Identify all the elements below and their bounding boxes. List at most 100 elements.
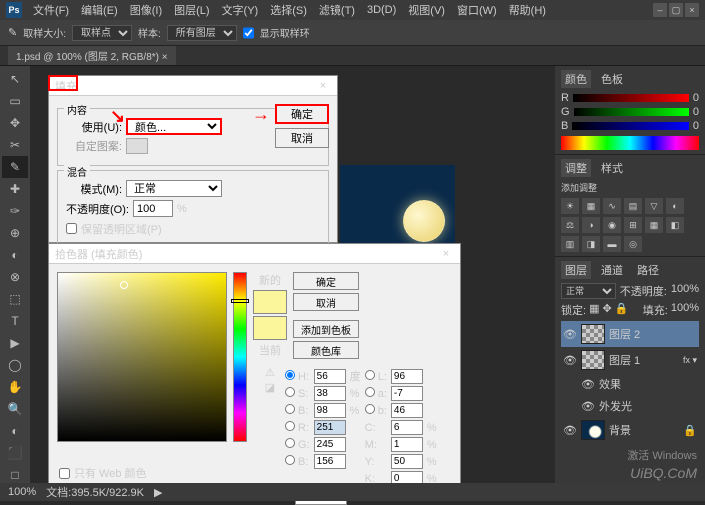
b-input[interactable] [314, 454, 346, 469]
menu-type[interactable]: 文字(Y) [217, 0, 264, 20]
opacity-input[interactable] [133, 200, 173, 217]
color-libs-button[interactable]: 颜色库 [293, 341, 359, 359]
show-ring-checkbox[interactable] [243, 25, 254, 41]
a-radio[interactable] [365, 387, 375, 397]
brightness-icon[interactable]: ☀ [561, 198, 579, 214]
chevron-right-icon[interactable]: ▶ [154, 486, 162, 499]
fx-badge[interactable]: fx ▾ [683, 355, 697, 366]
tab-adjustments[interactable]: 调整 [561, 159, 591, 177]
h-radio[interactable] [285, 370, 295, 380]
history-brush-tool[interactable]: ◐ [2, 244, 28, 266]
close-icon[interactable]: × [438, 248, 454, 260]
a-input[interactable] [391, 386, 423, 401]
layer-effect-row[interactable]: 👁 效果 [561, 373, 699, 395]
lock-all-icon[interactable]: 🔒 [615, 302, 629, 318]
fill-value[interactable]: 100% [671, 302, 699, 318]
document-tab[interactable]: 1.psd @ 100% (图层 2, RGB/8*) × [8, 46, 176, 65]
sample-select[interactable]: 所有图层 [167, 25, 237, 41]
exposure-icon[interactable]: ▤ [624, 198, 642, 214]
layer-row[interactable]: 👁 图层 1 fx ▾ [561, 347, 699, 373]
s-input[interactable] [314, 386, 346, 401]
lab-b-input[interactable] [391, 403, 423, 418]
mode-select[interactable]: 正常 [126, 180, 222, 197]
use-select[interactable]: 颜色... [126, 118, 222, 135]
gradient-tool[interactable]: ⬚ [2, 288, 28, 310]
zoom-level[interactable]: 100% [8, 486, 36, 498]
menu-view[interactable]: 视图(V) [403, 0, 450, 20]
posterize-icon[interactable]: ▥ [561, 236, 579, 252]
menu-select[interactable]: 选择(S) [265, 0, 312, 20]
move-tool[interactable]: ↖ [2, 68, 28, 90]
brush-tool[interactable]: ✑ [2, 200, 28, 222]
b2-radio[interactable] [285, 455, 295, 465]
warning-icon[interactable]: ⚠ [265, 366, 275, 379]
r-input[interactable] [314, 420, 346, 435]
fg-color-swatch[interactable]: ⬛ [2, 442, 28, 464]
tab-color[interactable]: 颜色 [561, 70, 591, 88]
layer-thumbnail[interactable] [581, 324, 605, 344]
menu-help[interactable]: 帮助(H) [504, 0, 551, 20]
s-radio[interactable] [285, 387, 295, 397]
layer-thumbnail[interactable] [581, 420, 605, 440]
blend-mode-select[interactable]: 正常 [561, 283, 616, 299]
type-tool[interactable]: T [2, 310, 28, 332]
path-tool[interactable]: ▶ [2, 332, 28, 354]
c-input[interactable] [391, 420, 423, 435]
zoom-tool[interactable]: 🔍 [2, 398, 28, 420]
hue-sat-icon[interactable]: ◐ [666, 198, 684, 214]
r-slider[interactable] [573, 94, 689, 102]
b-slider[interactable] [572, 122, 689, 130]
b-radio[interactable] [365, 404, 375, 414]
opacity-value[interactable]: 100% [671, 283, 699, 299]
layer-name[interactable]: 图层 2 [609, 326, 640, 342]
visibility-icon[interactable]: 👁 [581, 400, 595, 413]
current-color-swatch[interactable] [253, 316, 287, 340]
preserve-transparency-checkbox[interactable] [66, 220, 77, 237]
menu-edit[interactable]: 编辑(E) [76, 0, 123, 20]
menu-file[interactable]: 文件(F) [28, 0, 74, 20]
fg-bg-swap-icon[interactable]: ◐ [2, 420, 28, 442]
spectrum-bar[interactable] [561, 136, 699, 150]
levels-icon[interactable]: ▦ [582, 198, 600, 214]
eraser-tool[interactable]: ⊗ [2, 266, 28, 288]
picker-cancel-button[interactable]: 取消 [293, 293, 359, 311]
web-only-checkbox[interactable] [59, 468, 70, 479]
stamp-tool[interactable]: ⊕ [2, 222, 28, 244]
tab-channels[interactable]: 通道 [597, 261, 627, 279]
menu-window[interactable]: 窗口(W) [452, 0, 502, 20]
y-input[interactable] [391, 454, 423, 469]
add-swatch-button[interactable]: 添加到色板 [293, 320, 359, 338]
invert-icon[interactable]: ◧ [666, 217, 684, 233]
menu-3d[interactable]: 3D(D) [362, 2, 401, 18]
bw-icon[interactable]: ◑ [582, 217, 600, 233]
healing-tool[interactable]: ✚ [2, 178, 28, 200]
cancel-button[interactable]: 取消 [275, 128, 329, 148]
crop-tool[interactable]: ✂ [2, 134, 28, 156]
picker-ok-button[interactable]: 确定 [293, 272, 359, 290]
layer-row[interactable]: 👁 背景 🔒 [561, 417, 699, 443]
color-balance-icon[interactable]: ⚖ [561, 217, 579, 233]
visibility-icon[interactable]: 👁 [563, 424, 577, 437]
layer-name[interactable]: 图层 1 [609, 352, 640, 368]
bv-radio[interactable] [285, 404, 295, 414]
visibility-icon[interactable]: 👁 [563, 328, 577, 341]
sample-size-select[interactable]: 取样点 [72, 25, 132, 41]
shape-tool[interactable]: ◯ [2, 354, 28, 376]
l-input[interactable] [391, 369, 423, 384]
minimize-icon[interactable]: – [653, 3, 667, 17]
saturation-value-box[interactable] [57, 272, 227, 442]
threshold-icon[interactable]: ◨ [582, 236, 600, 252]
vibrance-icon[interactable]: ▽ [645, 198, 663, 214]
hand-tool[interactable]: ✋ [2, 376, 28, 398]
photo-filter-icon[interactable]: ◉ [603, 217, 621, 233]
g-input[interactable] [314, 437, 346, 452]
layer-effect-row[interactable]: 👁 外发光 [561, 395, 699, 417]
bv-input[interactable] [314, 403, 346, 418]
lasso-tool[interactable]: ✥ [2, 112, 28, 134]
close-window-icon[interactable]: × [685, 3, 699, 17]
tab-swatches[interactable]: 色板 [597, 70, 627, 88]
visibility-icon[interactable]: 👁 [563, 354, 577, 367]
tab-layers[interactable]: 图层 [561, 261, 591, 279]
menu-filter[interactable]: 滤镜(T) [314, 0, 360, 20]
g-slider[interactable] [574, 108, 689, 116]
